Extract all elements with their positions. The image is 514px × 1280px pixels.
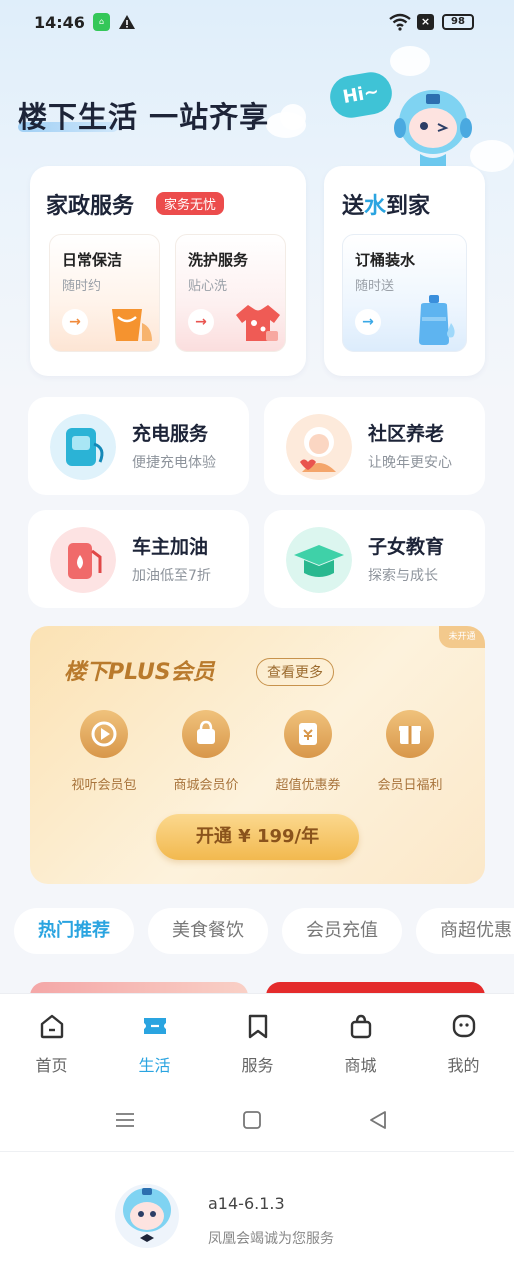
water-title-pre: 送: [342, 194, 365, 219]
tab-label: 生活: [138, 1056, 171, 1075]
bottled-water-name: 订桶装水: [355, 251, 416, 269]
battery-indicator: 98: [442, 14, 474, 30]
plus-membership-card: 未开通 楼下PLUS会员 查看更多 视听会员包 商城会员价 超值优惠券 会员日福: [30, 626, 485, 884]
fuel-service-desc: 加油低至7折: [132, 568, 211, 584]
benefit-label: 超值优惠券: [275, 778, 341, 793]
app-notification-icon: ⌂: [93, 13, 110, 31]
tab-mall[interactable]: 商城: [309, 994, 412, 1090]
hero-title: 楼下生活 一站齐享: [18, 100, 270, 134]
charging-service-tile[interactable]: 充电服务 便捷充电体验: [28, 397, 249, 495]
tab-mine[interactable]: 我的: [412, 994, 514, 1090]
coupon-icon: [284, 710, 332, 758]
daily-cleaning-card[interactable]: 日常保洁 随时约 →: [49, 234, 160, 352]
mascot-avatar-icon: [115, 1184, 179, 1248]
arrow-right-icon: →: [188, 309, 214, 335]
chip-member-recharge[interactable]: 会员充值: [282, 908, 402, 954]
water-title-highlight: 水: [364, 194, 387, 219]
version-footer: a14-6.1.3 凤凰会竭诚为您服务: [0, 1151, 514, 1280]
housekeeping-card: 家政服务 家务无忧 日常保洁 随时约 → 洗护服务 贴心洗 →: [30, 166, 306, 376]
mascot-robot-icon[interactable]: [328, 70, 478, 170]
fuel-service-tile[interactable]: 车主加油 加油低至7折: [28, 510, 249, 608]
benefit-coupons[interactable]: 超值优惠券: [258, 710, 358, 793]
tab-label: 服务: [241, 1056, 274, 1075]
tshirt-icon: [236, 305, 280, 341]
gift-icon: [386, 710, 434, 758]
housekeeping-title: 家政服务: [46, 194, 135, 219]
bucket-icon: [112, 309, 152, 341]
charging-service-name: 充电服务: [132, 423, 209, 445]
water-delivery-title: 送水到家: [342, 188, 430, 220]
wifi-icon: [389, 13, 411, 31]
arrow-right-icon: →: [355, 309, 381, 335]
play-icon: [80, 710, 128, 758]
laundry-desc: 贴心洗: [188, 279, 228, 294]
shopping-bag-icon: [182, 710, 230, 758]
bottom-tab-bar: 首页 生活 服务 商城 我的: [0, 993, 514, 1089]
ticket-icon: [144, 1018, 166, 1034]
footer-note: 凤凰会竭诚为您服务: [208, 1231, 334, 1247]
education-tile[interactable]: 子女教育 探索与成长: [264, 510, 485, 608]
app-page: 14:46 ⌂ × 98 楼下生活 一站齐享 Hi~ 家政服务 家务无忧 日常保…: [0, 0, 514, 1280]
charging-service-desc: 便捷充电体验: [132, 455, 216, 471]
elderly-care-icon: [286, 414, 352, 480]
plus-view-more-button[interactable]: 查看更多: [256, 658, 334, 686]
chip-hot-recommend[interactable]: 热门推荐: [14, 908, 134, 954]
benefit-label: 商城会员价: [173, 778, 239, 793]
education-name: 子女教育: [368, 536, 445, 558]
home-icon: [40, 1014, 64, 1039]
tab-label: 我的: [447, 1056, 480, 1075]
daily-cleaning-desc: 随时约: [62, 279, 102, 294]
bookmark-icon: [248, 1014, 268, 1039]
profile-face-icon: [452, 1014, 476, 1038]
water-bottle-icon: [419, 295, 455, 345]
tab-label: 商城: [344, 1056, 377, 1075]
tab-life[interactable]: 生活: [103, 994, 206, 1090]
benefit-video-membership[interactable]: 视听会员包: [54, 710, 154, 793]
chip-supermarket[interactable]: 商超优惠: [416, 908, 514, 954]
benefit-label: 会员日福利: [377, 778, 443, 793]
warning-icon: [119, 15, 135, 29]
graduation-cap-icon: [286, 527, 352, 593]
menu-icon[interactable]: [114, 1109, 136, 1131]
benefit-member-day[interactable]: 会员日福利: [360, 710, 460, 793]
no-sim-icon: ×: [417, 14, 434, 30]
daily-cleaning-name: 日常保洁: [62, 251, 123, 269]
chip-food[interactable]: 美食餐饮: [148, 908, 268, 954]
elderly-care-tile[interactable]: 社区养老 让晚年更安心: [264, 397, 485, 495]
water-delivery-card: 送水到家 订桶装水 随时送 →: [324, 166, 485, 376]
water-title-post: 到家: [386, 194, 431, 219]
plus-status-corner: 未开通: [439, 626, 485, 648]
housekeeping-tag: 家务无忧: [156, 192, 225, 215]
bottled-water-desc: 随时送: [355, 279, 395, 294]
benefit-mall-price[interactable]: 商城会员价: [156, 710, 256, 793]
shopping-bag-icon: [350, 1014, 372, 1039]
fuel-service-name: 车主加油: [132, 536, 209, 558]
plus-title: 楼下PLUS会员: [64, 660, 215, 685]
elderly-care-desc: 让晚年更安心: [368, 455, 452, 471]
laundry-card[interactable]: 洗护服务 贴心洗 →: [175, 234, 286, 352]
charging-station-icon: [50, 414, 116, 480]
back-triangle-icon[interactable]: [367, 1109, 389, 1131]
tab-label: 首页: [35, 1056, 68, 1075]
tab-home[interactable]: 首页: [0, 994, 103, 1090]
system-nav-bar: [0, 1089, 514, 1151]
arrow-right-icon: →: [62, 309, 88, 335]
bottled-water-card[interactable]: 订桶装水 随时送 →: [342, 234, 467, 352]
app-version: a14-6.1.3: [208, 1194, 285, 1213]
laundry-name: 洗护服务: [188, 251, 249, 269]
status-bar: 14:46 ⌂ × 98: [0, 0, 514, 46]
fuel-pump-icon: [50, 527, 116, 593]
benefit-label: 视听会员包: [71, 778, 137, 793]
education-desc: 探索与成长: [368, 568, 438, 584]
plus-subscribe-button[interactable]: 开通 ¥ 199/年: [156, 814, 359, 860]
tab-service[interactable]: 服务: [206, 994, 309, 1090]
home-square-icon[interactable]: [241, 1109, 263, 1131]
cloud-decoration: [280, 104, 306, 130]
elderly-care-name: 社区养老: [368, 423, 445, 445]
status-time: 14:46: [34, 13, 85, 32]
